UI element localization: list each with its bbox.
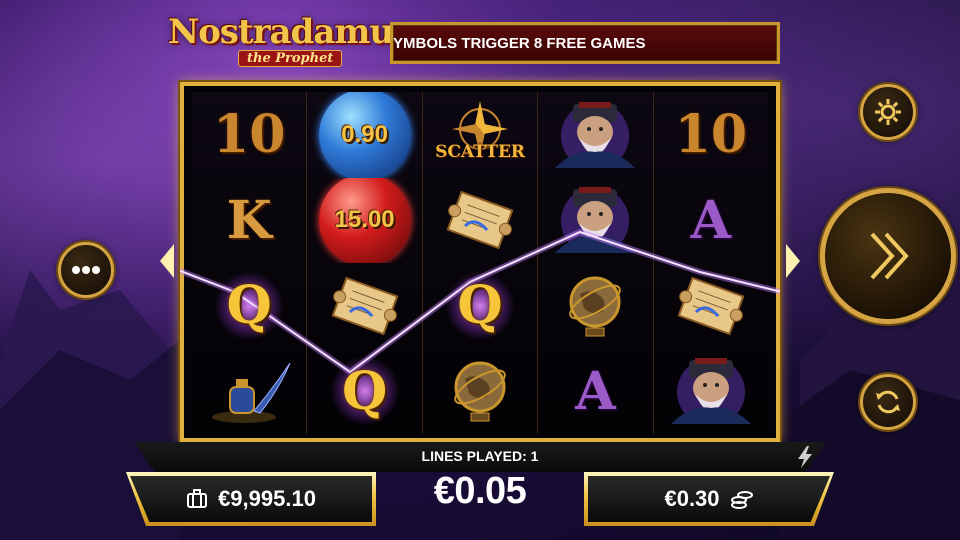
reel-3: SCATTER Q <box>422 92 539 435</box>
card-symbol: A <box>575 360 616 422</box>
globe-icon <box>569 276 622 337</box>
briefcase-icon <box>187 489 208 508</box>
card-symbol: Q <box>341 360 388 422</box>
reel-5: 10 A <box>653 92 769 435</box>
autoplay-button[interactable] <box>860 374 916 430</box>
reel-3-symbol-2 <box>423 178 537 264</box>
red-orb-symbol: 15.00 <box>318 177 411 263</box>
nostradamus-portrait-icon <box>670 358 751 425</box>
scatter-label: SCATTER <box>435 142 525 162</box>
reel-frame: 10 K Q 0.90 15.00 Q SCATTER Q A 10 A <box>180 82 780 442</box>
scroll-icon <box>446 190 514 250</box>
reel-3-symbol-4 <box>423 349 537 435</box>
settings-button[interactable] <box>860 84 916 140</box>
reel-4-symbol-1 <box>538 92 652 178</box>
lines-played-text: LINES PLAYED: 1 <box>421 448 539 464</box>
inkwell-quill-icon <box>212 362 291 424</box>
orb-value: 15.00 <box>334 206 395 234</box>
double-chevron-right-icon <box>870 232 909 280</box>
coins-icon <box>730 491 753 509</box>
reel-2: 0.90 15.00 Q <box>307 92 423 435</box>
reel-3-symbol-1: SCATTER <box>423 92 537 178</box>
card-symbol: A <box>690 189 731 251</box>
nostradamus-portrait-icon <box>555 187 636 254</box>
scroll-icon <box>331 276 399 336</box>
logo-title: Nostradamus <box>168 12 412 52</box>
reel-2-symbol-4: Q <box>307 349 421 435</box>
reel-1-symbol-4 <box>192 349 306 435</box>
balance-value: €9,995.10 <box>218 486 316 511</box>
ellipsis-icon <box>72 266 100 274</box>
refresh-icon <box>876 390 900 414</box>
reel-5-symbol-2: A <box>654 178 768 264</box>
nostradamus-portrait-icon <box>555 101 636 168</box>
message-text: YMBOLS TRIGGER 8 FREE GAMES <box>393 35 646 52</box>
reel-3-symbol-3: Q <box>423 263 537 349</box>
reel-4-symbol-4: A <box>538 349 652 435</box>
blue-orb-symbol: 0.90 <box>318 92 411 178</box>
reel-5-symbol-3 <box>654 263 768 349</box>
card-symbol: K <box>226 189 272 251</box>
reel-4-symbol-3 <box>538 263 652 349</box>
logo-subtitle: the Prophet <box>238 50 343 67</box>
card-symbol: 10 <box>674 104 748 166</box>
reel-1-symbol-3: Q <box>192 263 306 349</box>
card-symbol: Q <box>226 275 272 337</box>
gear-icon <box>875 99 901 125</box>
menu-button[interactable] <box>58 242 114 298</box>
payline-marker-right <box>786 244 800 278</box>
reels: 10 K Q 0.90 15.00 Q SCATTER Q A 10 A <box>192 92 769 435</box>
balance-panel: €9,995.10 <box>126 472 376 526</box>
lightning-icon[interactable] <box>796 446 814 468</box>
reel-4-symbol-2 <box>538 178 652 264</box>
reel-2-symbol-2: 15.00 <box>307 177 421 263</box>
message-bar: YMBOLS TRIGGER 8 FREE GAMES <box>390 22 780 64</box>
stake-panel[interactable]: €0.30 <box>584 472 834 526</box>
card-symbol: 10 <box>213 104 286 166</box>
spin-button[interactable] <box>820 188 956 324</box>
reel-5-symbol-4 <box>654 349 768 435</box>
bet-value: €0.05 <box>433 470 527 512</box>
globe-icon <box>454 361 506 422</box>
payline-marker-left <box>160 244 174 278</box>
reel-1-symbol-1: 10 <box>192 92 306 178</box>
orb-value: 0.90 <box>341 120 388 148</box>
stake-value: €0.30 <box>664 486 720 511</box>
reel-1: 10 K Q <box>192 92 308 435</box>
scroll-icon <box>677 276 745 336</box>
card-symbol: Q <box>457 275 503 337</box>
reel-1-symbol-2: K <box>192 178 306 264</box>
reel-4: A <box>538 92 654 435</box>
reel-2-symbol-3 <box>307 263 421 349</box>
reel-5-symbol-1: 10 <box>654 92 768 178</box>
reel-2-symbol-1: 0.90 <box>307 92 421 178</box>
game-logo: Nostradamus the Prophet <box>168 12 412 74</box>
